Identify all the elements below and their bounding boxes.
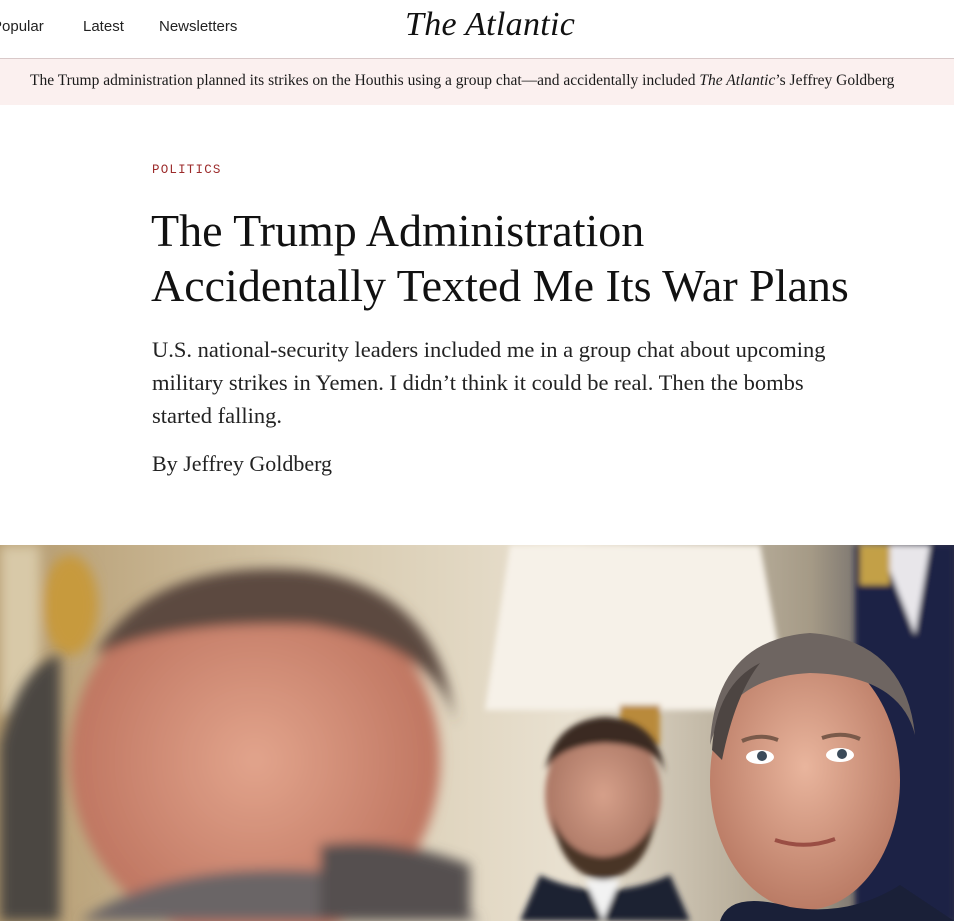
- byline: By Jeffrey Goldberg: [152, 451, 332, 477]
- section-label[interactable]: POLITICS: [152, 163, 222, 177]
- top-nav: Popular Latest Newsletters The Atlantic: [0, 0, 954, 59]
- author-link[interactable]: Jeffrey Goldberg: [183, 451, 332, 476]
- ticker-text[interactable]: The Trump administration planned its str…: [30, 72, 894, 90]
- headline-line-2: Accidentally Texted Me Its War Plans: [151, 260, 849, 311]
- nav-item-popular[interactable]: Popular: [0, 18, 44, 35]
- article-dek: U.S. national-security leaders included …: [152, 337, 826, 428]
- ticker-publication: The Atlantic: [699, 72, 776, 89]
- byline-prefix: By: [152, 451, 184, 476]
- nav-item-latest[interactable]: Latest: [83, 18, 124, 35]
- lead-photo: [0, 545, 954, 921]
- nav-item-newsletters[interactable]: Newsletters: [159, 18, 237, 35]
- headline-line-1: The Trump Administration: [151, 205, 645, 256]
- news-ticker[interactable]: The Trump administration planned its str…: [0, 59, 954, 105]
- ticker-text-end: ’s Jeffrey Goldberg: [775, 72, 895, 89]
- lead-photo-illustration: [0, 545, 954, 921]
- article-headline: The Trump Administration Accidentally Te…: [151, 203, 911, 313]
- ticker-text-start: The Trump administration planned its str…: [30, 72, 700, 89]
- site-logo[interactable]: The Atlantic: [405, 6, 575, 44]
